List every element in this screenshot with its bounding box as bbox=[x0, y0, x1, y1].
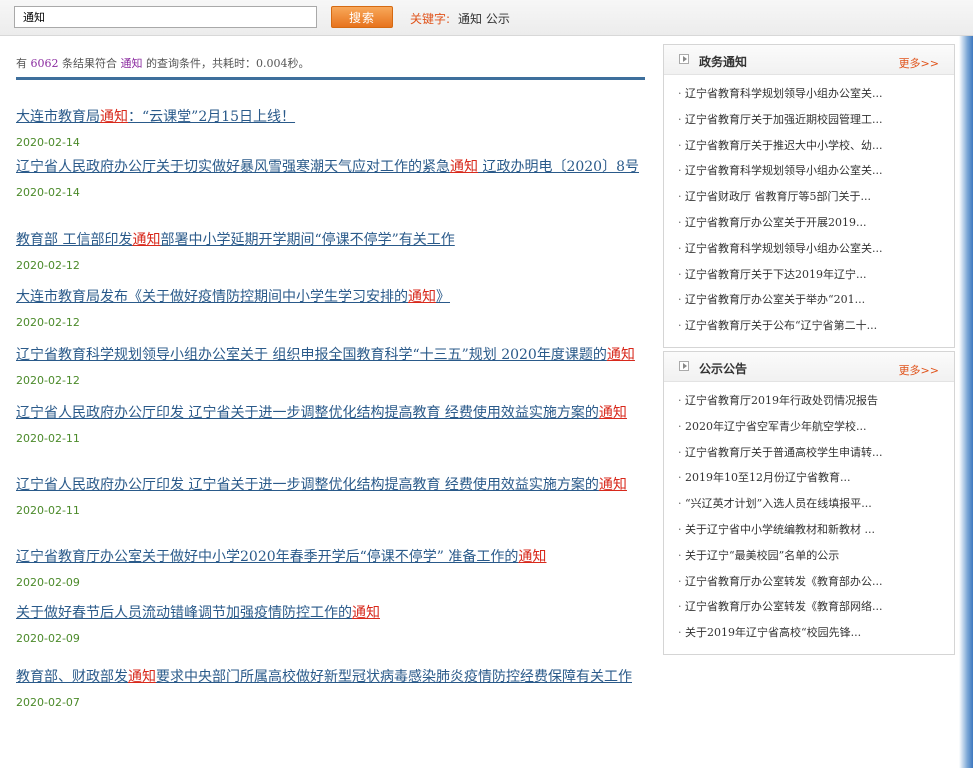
keyword-highlight: 通知 bbox=[132, 232, 161, 248]
result-date: 2020-02-07 bbox=[16, 696, 80, 709]
panel-header: 公示公告 更多>> bbox=[664, 351, 954, 382]
sidebar-list-item[interactable]: 辽宁省教育厅办公室关于开展2019... bbox=[678, 210, 954, 236]
sidebar-list-item[interactable]: 辽宁省财政厅 省教育厅等5部门关于... bbox=[678, 184, 954, 210]
keyword-highlight: 通知 bbox=[518, 549, 547, 565]
gov-notice-list: 辽宁省教育科学规划领导小组办公室关...辽宁省教育厅关于加强近期校园管理工...… bbox=[664, 75, 954, 347]
more-link[interactable]: 更多>> bbox=[899, 362, 939, 378]
result-date: 2020-02-12 bbox=[16, 374, 80, 387]
result-item: 辽宁省人民政府办公厅关于切实做好暴风雪强寒潮天气应对工作的紧急通知 辽政办明电〔… bbox=[16, 158, 646, 199]
gov-notice-panel: 政务通知 更多>> 辽宁省教育科学规划领导小组办公室关...辽宁省教育厅关于加强… bbox=[663, 44, 955, 348]
result-date: 2020-02-11 bbox=[16, 432, 80, 445]
more-link[interactable]: 更多>> bbox=[899, 55, 939, 71]
result-title-link[interactable]: 教育部 工信部印发通知部署中小学延期开学期间“停课不停学”有关工作 bbox=[16, 231, 646, 250]
result-date: 2020-02-11 bbox=[16, 504, 80, 517]
result-title-link[interactable]: 辽宁省人民政府办公厅关于切实做好暴风雪强寒潮天气应对工作的紧急通知 辽政办明电〔… bbox=[16, 158, 646, 177]
sidebar-list-item[interactable]: 辽宁省教育厅关于下达2019年辽宁... bbox=[678, 262, 954, 288]
sidebar-list-item[interactable]: 2019年10至12月份辽宁省教育... bbox=[678, 465, 954, 491]
sidebar-list-item[interactable]: “兴辽英才计划”入选人员在线填报平... bbox=[678, 491, 954, 517]
summary-keyword: 通知 bbox=[120, 57, 143, 70]
sidebar-list-item[interactable]: 辽宁省教育厅关于推迟大中小学校、幼... bbox=[678, 133, 954, 159]
keyword-highlight: 通知 bbox=[128, 669, 156, 685]
result-date: 2020-02-12 bbox=[16, 316, 80, 329]
keyword-highlight: 通知 bbox=[352, 605, 380, 621]
keyword-value: 通知 公示 bbox=[458, 12, 510, 26]
sidebar-list-item[interactable]: 辽宁省教育厅2019年行政处罚情况报告 bbox=[678, 388, 954, 414]
sidebar-list-item[interactable]: 辽宁省教育科学规划领导小组办公室关... bbox=[678, 158, 954, 184]
summary-suffix: 的查询条件，共耗时：0.004秒。 bbox=[146, 57, 310, 70]
sidebar-list-item[interactable]: 辽宁省教育厅关于公布“辽宁省第二十... bbox=[678, 313, 954, 339]
sidebar-list-item[interactable]: 辽宁省教育科学规划领导小组办公室关... bbox=[678, 81, 954, 107]
arrow-box-icon bbox=[679, 360, 689, 371]
result-title-link[interactable]: 辽宁省教育科学规划领导小组办公室关于 组织申报全国教育科学“十三五”规划 202… bbox=[16, 346, 646, 365]
result-date: 2020-02-09 bbox=[16, 632, 80, 645]
arrow-box-icon bbox=[679, 54, 689, 64]
result-item: 辽宁省人民政府办公厅印发 辽宁省关于进一步调整优化结构提高教育 经费使用效益实施… bbox=[16, 404, 646, 445]
keyword-highlight: 通知 bbox=[598, 477, 627, 493]
result-date: 2020-02-09 bbox=[16, 576, 80, 589]
sidebar-list-item[interactable]: 辽宁省教育厅关于普通高校学生申请转... bbox=[678, 440, 954, 466]
summary-middle: 条结果符合 bbox=[62, 57, 117, 70]
sidebar-list-item[interactable]: 辽宁省教育厅关于加强近期校园管理工... bbox=[678, 107, 954, 133]
public-notice-panel: 公示公告 更多>> 辽宁省教育厅2019年行政处罚情况报告2020年辽宁省空军青… bbox=[663, 350, 955, 655]
right-edge-decoration bbox=[959, 36, 973, 768]
sidebar-list-item[interactable]: 辽宁省教育科学规划领导小组办公室关... bbox=[678, 236, 954, 262]
keyword-highlight: 通知 bbox=[450, 159, 478, 175]
result-date: 2020-02-12 bbox=[16, 259, 80, 272]
result-item: 大连市教育局通知：“云课堂”2月15日上线！ 2020-02-14 bbox=[16, 108, 646, 149]
result-item: 辽宁省人民政府办公厅印发 辽宁省关于进一步调整优化结构提高教育 经费使用效益实施… bbox=[16, 476, 646, 517]
sidebar: 政务通知 更多>> 辽宁省教育科学规划领导小组办公室关...辽宁省教育厅关于加强… bbox=[663, 44, 955, 655]
panel-title: 政务通知 bbox=[699, 55, 748, 69]
panel-title: 公示公告 bbox=[699, 361, 748, 376]
keyword-highlight: 通知 bbox=[100, 109, 128, 125]
search-button[interactable]: 搜索 bbox=[331, 6, 393, 28]
sidebar-list-item[interactable]: 关于2019年辽宁省高校“校园先锋... bbox=[678, 620, 954, 646]
sidebar-list-item[interactable]: 辽宁省教育厅办公室转发《教育部办公... bbox=[678, 569, 954, 595]
result-title-link[interactable]: 大连市教育局发布《关于做好疫情防控期间中小学生学习安排的通知》 bbox=[16, 288, 646, 307]
result-item: 辽宁省教育厅办公室关于做好中小学2020年春季开学后“停课不停学” 准备工作的通… bbox=[16, 548, 646, 589]
result-item: 大连市教育局发布《关于做好疫情防控期间中小学生学习安排的通知》 2020-02-1… bbox=[16, 288, 646, 329]
result-title-link[interactable]: 辽宁省教育厅办公室关于做好中小学2020年春季开学后“停课不停学” 准备工作的通… bbox=[16, 548, 646, 567]
summary-divider bbox=[16, 77, 645, 80]
result-date: 2020-02-14 bbox=[16, 136, 80, 149]
result-count: 6062 bbox=[30, 57, 59, 70]
sidebar-list-item[interactable]: 2020年辽宁省空军青少年航空学校... bbox=[678, 414, 954, 440]
summary-prefix: 有 bbox=[16, 57, 27, 70]
result-title-link[interactable]: 辽宁省人民政府办公厅印发 辽宁省关于进一步调整优化结构提高教育 经费使用效益实施… bbox=[16, 404, 646, 423]
result-summary: 有 6062 条结果符合 通知 的查询条件，共耗时：0.004秒。 bbox=[16, 55, 310, 71]
sidebar-list-item[interactable]: 关于辽宁省中小学统编教材和新教材 ... bbox=[678, 517, 954, 543]
search-bar: 搜索 关键字: 通知 公示 bbox=[0, 0, 973, 36]
result-item: 教育部、财政部发通知要求中央部门所属高校做好新型冠状病毒感染肺炎疫情防控经费保障… bbox=[16, 668, 646, 709]
keyword-highlight: 通知 bbox=[408, 289, 436, 305]
result-item: 关于做好春节后人员流动错峰调节加强疫情防控工作的通知 2020-02-09 bbox=[16, 604, 646, 645]
keyword-label: 关键字: bbox=[410, 12, 451, 26]
result-title-link[interactable]: 关于做好春节后人员流动错峰调节加强疫情防控工作的通知 bbox=[16, 604, 646, 623]
panel-header: 政务通知 更多>> bbox=[664, 45, 954, 75]
sidebar-list-item[interactable]: 辽宁省教育厅办公室关于举办“201... bbox=[678, 287, 954, 313]
keyword-highlight: 通知 bbox=[606, 347, 635, 363]
result-title-link[interactable]: 辽宁省人民政府办公厅印发 辽宁省关于进一步调整优化结构提高教育 经费使用效益实施… bbox=[16, 476, 646, 495]
result-item: 辽宁省教育科学规划领导小组办公室关于 组织申报全国教育科学“十三五”规划 202… bbox=[16, 346, 646, 387]
keyword-highlight: 通知 bbox=[598, 405, 627, 421]
sidebar-list-item[interactable]: 辽宁省教育厅办公室转发《教育部网络... bbox=[678, 594, 954, 620]
search-input[interactable] bbox=[14, 6, 317, 28]
result-title-link[interactable]: 教育部、财政部发通知要求中央部门所属高校做好新型冠状病毒感染肺炎疫情防控经费保障… bbox=[16, 668, 646, 687]
public-notice-list: 辽宁省教育厅2019年行政处罚情况报告2020年辽宁省空军青少年航空学校...辽… bbox=[664, 382, 954, 654]
result-title-link[interactable]: 大连市教育局通知：“云课堂”2月15日上线！ bbox=[16, 108, 646, 127]
result-item: 教育部 工信部印发通知部署中小学延期开学期间“停课不停学”有关工作 2020-02… bbox=[16, 231, 646, 272]
sidebar-list-item[interactable]: 关于辽宁“最美校园”名单的公示 bbox=[678, 543, 954, 569]
result-date: 2020-02-14 bbox=[16, 186, 80, 199]
